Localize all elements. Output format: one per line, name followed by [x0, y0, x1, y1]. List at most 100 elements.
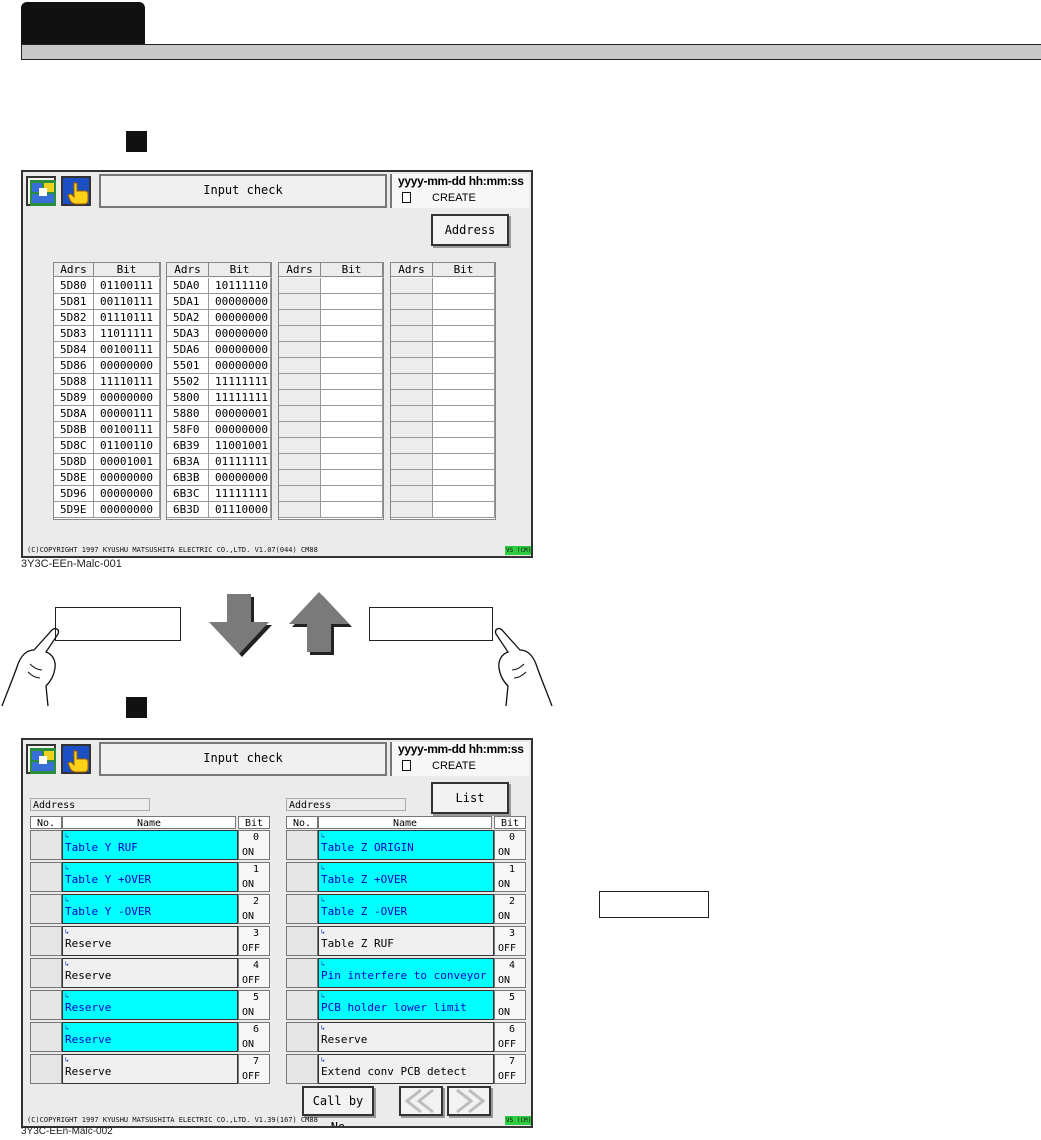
bit-value-cell: 00000111 — [94, 406, 160, 422]
signal-name-button[interactable]: ↳ Table Z RUF — [318, 926, 494, 956]
bit-state: OFF — [498, 1071, 517, 1082]
signal-name-button[interactable]: ↳ Reserve — [62, 990, 238, 1020]
bit-value-cell — [321, 502, 383, 518]
bit-value-cell: 01111111 — [209, 454, 271, 470]
signal-name-button[interactable]: ↳ Pin interfere to conveyor — [318, 958, 494, 988]
bit-number: 3 — [508, 928, 515, 939]
bit-value-cell: 00000000 — [209, 326, 271, 342]
signal-name: Table Y -OVER — [65, 905, 152, 918]
bit-state: ON — [498, 879, 511, 890]
address-cell: 6B3A — [167, 454, 209, 470]
bit-state: ON — [242, 911, 255, 922]
hand-pointer-icon[interactable] — [61, 176, 91, 206]
bit-value-cell: 00000000 — [94, 486, 160, 502]
bit-state: ON — [242, 847, 255, 858]
bit-status-cell: 1 ON — [494, 862, 526, 892]
hand-pointer-icon[interactable] — [61, 744, 91, 774]
address-table-3: Adrs Bit — [278, 262, 384, 520]
address-label-left: Address — [30, 798, 150, 811]
machine-icon[interactable] — [26, 176, 56, 206]
col-header-bit: Bit — [433, 263, 495, 277]
address-button[interactable]: Address — [431, 214, 509, 246]
bit-status-cell: 4 OFF — [238, 958, 270, 988]
bit-value-cell — [433, 454, 495, 470]
signal-name-button[interactable]: ↳ Reserve — [62, 926, 238, 956]
bit-value-cell: 00000001 — [209, 406, 271, 422]
signal-name-button[interactable]: ↳ Extend conv PCB detect — [318, 1054, 494, 1084]
address-cell — [391, 438, 433, 454]
signal-name-button[interactable]: ↳ Reserve — [318, 1022, 494, 1052]
address-cell: 5D9E — [54, 502, 94, 518]
screen-title: Input check — [203, 751, 283, 765]
bit-value-cell — [321, 454, 383, 470]
pressing-hand-right — [494, 627, 553, 707]
signal-name-button[interactable]: ↳ Table Z -OVER — [318, 894, 494, 924]
previous-page-button[interactable] — [399, 1086, 443, 1116]
call-by-no-button[interactable]: Call by No — [302, 1086, 374, 1126]
signal-name: Reserve — [65, 1001, 112, 1014]
bit-value-cell — [433, 406, 495, 422]
col-header-adrs: Adrs — [279, 263, 321, 277]
bit-number: 1 — [508, 864, 515, 875]
marker-icon: ↳ — [321, 992, 326, 1000]
bit-value-cell: 00000000 — [209, 310, 271, 326]
signal-name: Table Z RUF — [321, 937, 394, 950]
bit-status-cell: 2 ON — [494, 894, 526, 924]
marker-icon: ↳ — [321, 1024, 326, 1032]
bit-value-cell: 00100111 — [94, 422, 160, 438]
row-number-cell — [286, 1054, 318, 1084]
row-number-cell — [30, 1022, 62, 1052]
double-chevron-left-icon — [404, 1088, 434, 1114]
signal-name: Reserve — [65, 1065, 112, 1078]
address-cell: 6B3B — [167, 470, 209, 486]
signal-name-button[interactable]: ↳ Table Z +OVER — [318, 862, 494, 892]
bit-value-cell: 11111111 — [209, 390, 271, 406]
figure-caption-1: 3Y3C-EEn-Malc-001 — [21, 558, 122, 570]
bit-value-cell — [433, 390, 495, 406]
copyright-text: (C)COPYRIGHT 1997 KYUSHU MATSUSHITA ELEC… — [27, 1116, 318, 1124]
row-number-cell — [30, 926, 62, 956]
signal-name-button[interactable]: ↳ Table Y RUF — [62, 830, 238, 860]
signal-name-button[interactable]: ↳ Reserve — [62, 1022, 238, 1052]
bit-state: OFF — [242, 943, 261, 954]
list-button[interactable]: List — [431, 782, 509, 814]
arrow-up-icon — [289, 592, 352, 655]
document-icon — [402, 760, 411, 771]
address-cell: 5501 — [167, 358, 209, 374]
marker-icon: ↳ — [321, 832, 326, 840]
bit-state: ON — [498, 911, 511, 922]
input-check-bit-screen: Input check yyyy-mm-dd hh:mm:ss CREATE L… — [21, 738, 533, 1128]
next-page-button[interactable] — [447, 1086, 491, 1116]
bit-value-cell: 00000000 — [94, 358, 160, 374]
bit-value-cell: 00100111 — [94, 342, 160, 358]
signal-name-button[interactable]: ↳ Reserve — [62, 1054, 238, 1084]
address-cell — [279, 278, 321, 294]
address-label-right: Address — [286, 798, 406, 811]
chapter-tab — [21, 2, 145, 46]
bit-value-cell — [321, 374, 383, 390]
signal-name-button[interactable]: ↳ Reserve — [62, 958, 238, 988]
address-cell: 5D8D — [54, 454, 94, 470]
bit-status-cell: 3 OFF — [238, 926, 270, 956]
address-cell — [279, 342, 321, 358]
address-cell: 5D8B — [54, 422, 94, 438]
address-cell — [279, 374, 321, 390]
bit-value-cell: 01110000 — [209, 502, 271, 518]
signal-name-button[interactable]: ↳ Table Y -OVER — [62, 894, 238, 924]
side-label-box — [599, 891, 709, 918]
signal-name-button[interactable]: ↳ Table Z ORIGIN — [318, 830, 494, 860]
machine-icon[interactable] — [26, 744, 56, 774]
signal-name-button[interactable]: ↳ PCB holder lower limit — [318, 990, 494, 1020]
copyright-footer: (C)COPYRIGHT 1997 KYUSHU MATSUSHITA ELEC… — [23, 545, 531, 556]
address-cell — [279, 422, 321, 438]
datetime-panel: yyyy-mm-dd hh:mm:ss CREATE — [390, 174, 529, 208]
bit-number: 0 — [252, 832, 259, 843]
signal-name-button[interactable]: ↳ Table Y +OVER — [62, 862, 238, 892]
col-header-bit: Bit — [238, 816, 270, 829]
bit-status-cell: 5 ON — [494, 990, 526, 1020]
address-cell — [391, 374, 433, 390]
signal-name: Reserve — [65, 1033, 112, 1046]
bit-value-cell: 00000000 — [209, 422, 271, 438]
bit-state: OFF — [242, 1071, 261, 1082]
bit-status-cell: 7 OFF — [494, 1054, 526, 1084]
